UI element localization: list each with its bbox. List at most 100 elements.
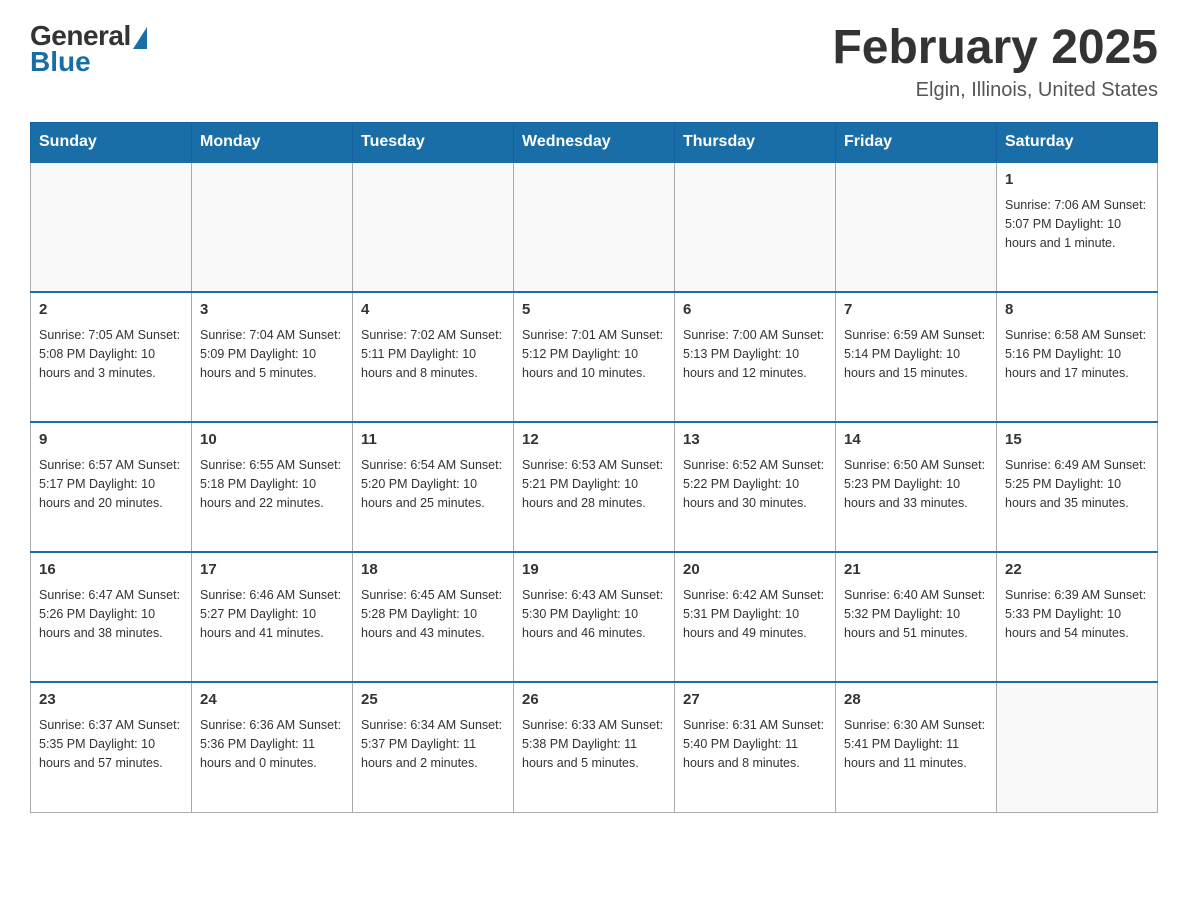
day-info: Sunrise: 6:37 AM Sunset: 5:35 PM Dayligh… <box>39 716 183 774</box>
day-number: 23 <box>39 689 183 712</box>
day-info: Sunrise: 6:33 AM Sunset: 5:38 PM Dayligh… <box>522 716 666 774</box>
day-header-monday: Monday <box>192 123 353 163</box>
day-info: Sunrise: 6:45 AM Sunset: 5:28 PM Dayligh… <box>361 586 505 644</box>
day-number: 16 <box>39 559 183 582</box>
day-info: Sunrise: 7:06 AM Sunset: 5:07 PM Dayligh… <box>1005 196 1149 254</box>
day-number: 19 <box>522 559 666 582</box>
day-info: Sunrise: 6:31 AM Sunset: 5:40 PM Dayligh… <box>683 716 827 774</box>
calendar-cell <box>836 162 997 292</box>
day-info: Sunrise: 6:47 AM Sunset: 5:26 PM Dayligh… <box>39 586 183 644</box>
calendar-cell: 23 Sunrise: 6:37 AM Sunset: 5:35 PM Dayli… <box>31 682 192 812</box>
calendar-cell: 27 Sunrise: 6:31 AM Sunset: 5:40 PM Dayli… <box>675 682 836 812</box>
day-number: 17 <box>200 559 344 582</box>
day-info: Sunrise: 6:46 AM Sunset: 5:27 PM Dayligh… <box>200 586 344 644</box>
day-info: Sunrise: 6:30 AM Sunset: 5:41 PM Dayligh… <box>844 716 988 774</box>
day-number: 25 <box>361 689 505 712</box>
day-number: 21 <box>844 559 988 582</box>
day-number: 1 <box>1005 169 1149 192</box>
calendar-cell <box>675 162 836 292</box>
day-header-friday: Friday <box>836 123 997 163</box>
logo: General Blue <box>30 20 147 78</box>
calendar-cell: 7 Sunrise: 6:59 AM Sunset: 5:14 PM Daylig… <box>836 292 997 422</box>
calendar-cell: 19 Sunrise: 6:43 AM Sunset: 5:30 PM Dayli… <box>514 552 675 682</box>
header: General Blue February 2025 Elgin, Illino… <box>30 20 1158 102</box>
day-info: Sunrise: 7:04 AM Sunset: 5:09 PM Dayligh… <box>200 326 344 384</box>
day-header-saturday: Saturday <box>997 123 1158 163</box>
day-info: Sunrise: 6:52 AM Sunset: 5:22 PM Dayligh… <box>683 456 827 514</box>
day-number: 24 <box>200 689 344 712</box>
calendar-cell <box>192 162 353 292</box>
calendar-cell: 8 Sunrise: 6:58 AM Sunset: 5:16 PM Daylig… <box>997 292 1158 422</box>
day-info: Sunrise: 6:34 AM Sunset: 5:37 PM Dayligh… <box>361 716 505 774</box>
week-row-1: 1 Sunrise: 7:06 AM Sunset: 5:07 PM Daylig… <box>31 162 1158 292</box>
day-number: 7 <box>844 299 988 322</box>
title-area: February 2025 Elgin, Illinois, United St… <box>832 20 1158 102</box>
day-info: Sunrise: 6:50 AM Sunset: 5:23 PM Dayligh… <box>844 456 988 514</box>
calendar-cell: 5Sunrise: 7:01 AM Sunset: 5:12 PM Daylig… <box>514 292 675 422</box>
calendar-cell: 10 Sunrise: 6:55 AM Sunset: 5:18 PM Dayli… <box>192 422 353 552</box>
calendar-cell <box>31 162 192 292</box>
day-info: Sunrise: 6:58 AM Sunset: 5:16 PM Dayligh… <box>1005 326 1149 384</box>
day-header-sunday: Sunday <box>31 123 192 163</box>
logo-blue-text: Blue <box>30 46 91 78</box>
calendar-cell <box>514 162 675 292</box>
calendar-cell: 15 Sunrise: 6:49 AM Sunset: 5:25 PM Dayli… <box>997 422 1158 552</box>
week-row-5: 23 Sunrise: 6:37 AM Sunset: 5:35 PM Dayli… <box>31 682 1158 812</box>
day-number: 20 <box>683 559 827 582</box>
day-info: Sunrise: 6:49 AM Sunset: 5:25 PM Dayligh… <box>1005 456 1149 514</box>
day-info: Sunrise: 6:39 AM Sunset: 5:33 PM Dayligh… <box>1005 586 1149 644</box>
calendar-cell <box>353 162 514 292</box>
day-number: 4 <box>361 299 505 322</box>
day-number: 11 <box>361 429 505 452</box>
day-info: Sunrise: 6:53 AM Sunset: 5:21 PM Dayligh… <box>522 456 666 514</box>
day-info: Sunrise: 7:05 AM Sunset: 5:08 PM Dayligh… <box>39 326 183 384</box>
day-number: 2 <box>39 299 183 322</box>
day-info: Sunrise: 6:36 AM Sunset: 5:36 PM Dayligh… <box>200 716 344 774</box>
day-info: Sunrise: 7:02 AM Sunset: 5:11 PM Dayligh… <box>361 326 505 384</box>
calendar-cell <box>997 682 1158 812</box>
calendar-cell: 14 Sunrise: 6:50 AM Sunset: 5:23 PM Dayli… <box>836 422 997 552</box>
week-row-3: 9Sunrise: 6:57 AM Sunset: 5:17 PM Daylig… <box>31 422 1158 552</box>
calendar-cell: 4 Sunrise: 7:02 AM Sunset: 5:11 PM Daylig… <box>353 292 514 422</box>
day-info: Sunrise: 6:42 AM Sunset: 5:31 PM Dayligh… <box>683 586 827 644</box>
calendar-cell: 2 Sunrise: 7:05 AM Sunset: 5:08 PM Daylig… <box>31 292 192 422</box>
day-number: 14 <box>844 429 988 452</box>
location-text: Elgin, Illinois, United States <box>832 79 1158 102</box>
day-info: Sunrise: 7:00 AM Sunset: 5:13 PM Dayligh… <box>683 326 827 384</box>
day-number: 12 <box>522 429 666 452</box>
logo-triangle-icon <box>133 27 147 49</box>
day-info: Sunrise: 6:54 AM Sunset: 5:20 PM Dayligh… <box>361 456 505 514</box>
calendar-cell: 12 Sunrise: 6:53 AM Sunset: 5:21 PM Dayli… <box>514 422 675 552</box>
day-info: Sunrise: 6:55 AM Sunset: 5:18 PM Dayligh… <box>200 456 344 514</box>
day-number: 3 <box>200 299 344 322</box>
day-number: 18 <box>361 559 505 582</box>
calendar-cell: 26 Sunrise: 6:33 AM Sunset: 5:38 PM Dayli… <box>514 682 675 812</box>
day-number: 6 <box>683 299 827 322</box>
day-info: Sunrise: 6:43 AM Sunset: 5:30 PM Dayligh… <box>522 586 666 644</box>
calendar-cell: 17 Sunrise: 6:46 AM Sunset: 5:27 PM Dayli… <box>192 552 353 682</box>
day-header-wednesday: Wednesday <box>514 123 675 163</box>
day-number: 13 <box>683 429 827 452</box>
calendar-cell: 6 Sunrise: 7:00 AM Sunset: 5:13 PM Daylig… <box>675 292 836 422</box>
day-number: 15 <box>1005 429 1149 452</box>
calendar-cell: 24 Sunrise: 6:36 AM Sunset: 5:36 PM Dayli… <box>192 682 353 812</box>
day-info: Sunrise: 6:59 AM Sunset: 5:14 PM Dayligh… <box>844 326 988 384</box>
calendar-header-row: SundayMondayTuesdayWednesdayThursdayFrid… <box>31 123 1158 163</box>
calendar-cell: 22 Sunrise: 6:39 AM Sunset: 5:33 PM Dayli… <box>997 552 1158 682</box>
week-row-4: 16 Sunrise: 6:47 AM Sunset: 5:26 PM Dayli… <box>31 552 1158 682</box>
calendar-cell: 9Sunrise: 6:57 AM Sunset: 5:17 PM Daylig… <box>31 422 192 552</box>
day-number: 22 <box>1005 559 1149 582</box>
calendar-cell: 20 Sunrise: 6:42 AM Sunset: 5:31 PM Dayli… <box>675 552 836 682</box>
calendar-table: SundayMondayTuesdayWednesdayThursdayFrid… <box>30 122 1158 813</box>
calendar-cell: 21Sunrise: 6:40 AM Sunset: 5:32 PM Dayli… <box>836 552 997 682</box>
day-number: 10 <box>200 429 344 452</box>
calendar-cell: 28Sunrise: 6:30 AM Sunset: 5:41 PM Dayli… <box>836 682 997 812</box>
day-number: 26 <box>522 689 666 712</box>
calendar-cell: 18 Sunrise: 6:45 AM Sunset: 5:28 PM Dayli… <box>353 552 514 682</box>
day-number: 5 <box>522 299 666 322</box>
week-row-2: 2 Sunrise: 7:05 AM Sunset: 5:08 PM Daylig… <box>31 292 1158 422</box>
calendar-cell: 25 Sunrise: 6:34 AM Sunset: 5:37 PM Dayli… <box>353 682 514 812</box>
day-number: 27 <box>683 689 827 712</box>
day-number: 8 <box>1005 299 1149 322</box>
calendar-cell: 3 Sunrise: 7:04 AM Sunset: 5:09 PM Daylig… <box>192 292 353 422</box>
